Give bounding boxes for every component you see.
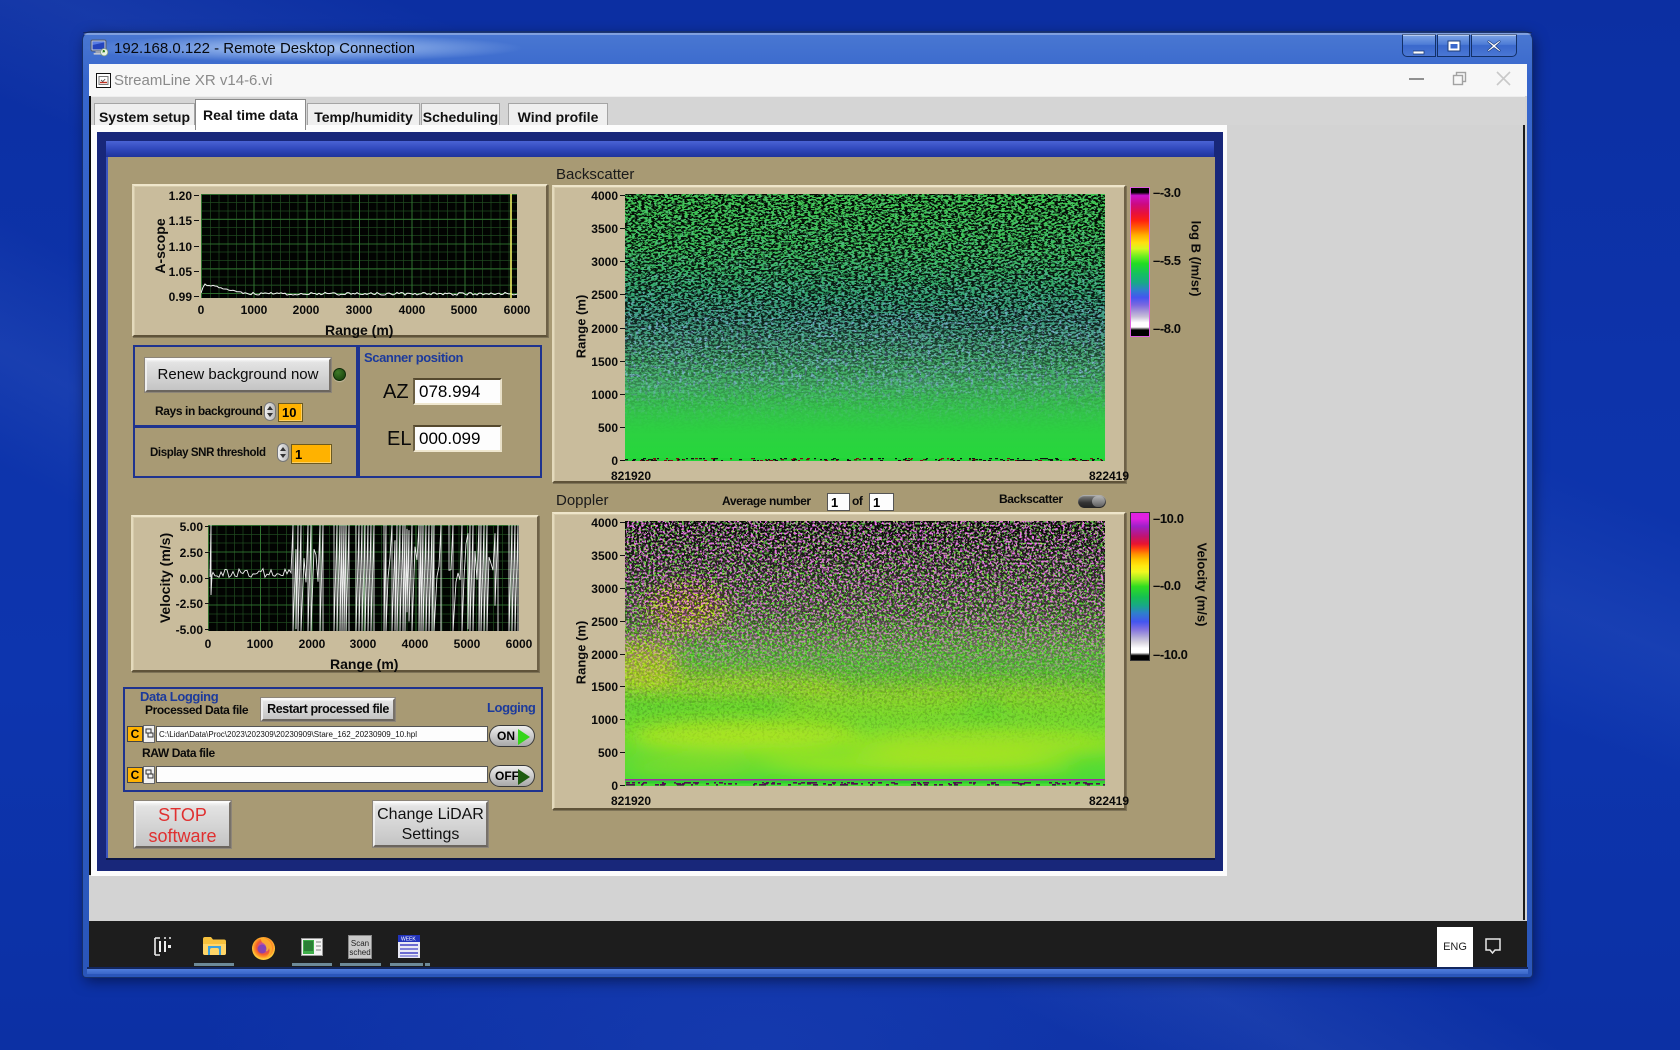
svg-text:WEEK: WEEK	[401, 937, 416, 943]
